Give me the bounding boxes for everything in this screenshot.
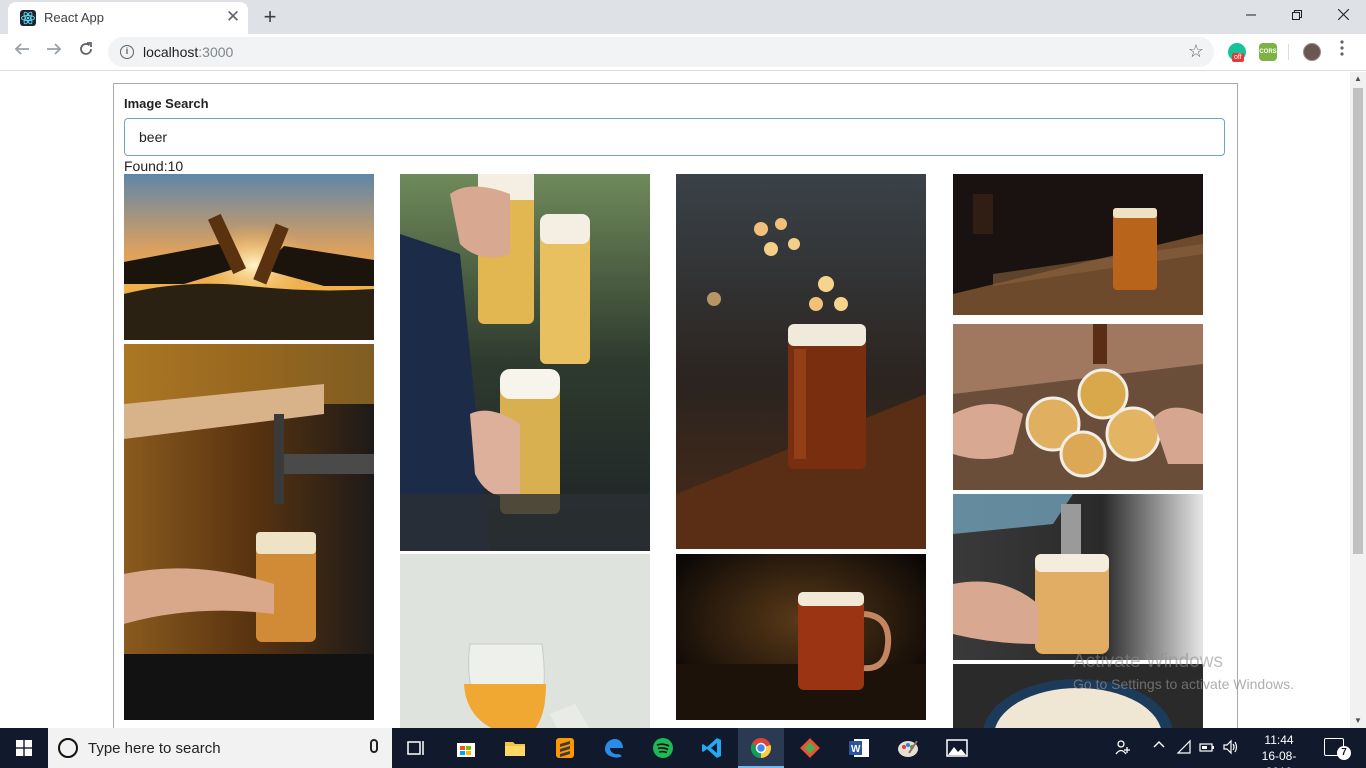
results-count: Found:10 bbox=[124, 158, 184, 174]
result-image-pint-on-table[interactable] bbox=[953, 174, 1203, 315]
result-image-beer-glass-light[interactable] bbox=[400, 554, 650, 728]
forward-button[interactable] bbox=[42, 40, 66, 64]
result-image-group-toast[interactable] bbox=[953, 324, 1203, 490]
notification-count-badge: 7 bbox=[1337, 746, 1351, 760]
image-search-panel: Image Search Found:10 bbox=[113, 83, 1238, 728]
taskbar-search-placeholder: Type here to search bbox=[88, 740, 221, 757]
minimize-button[interactable] bbox=[1228, 0, 1274, 30]
file-explorer-icon[interactable] bbox=[502, 735, 528, 761]
search-label: Image Search bbox=[124, 96, 209, 111]
new-tab-button[interactable]: + bbox=[258, 5, 282, 29]
bookmark-star-icon[interactable]: ☆ bbox=[1188, 41, 1204, 62]
address-bar[interactable]: i localhost:3000 ☆ bbox=[108, 37, 1214, 67]
tab-title: React App bbox=[44, 10, 104, 25]
grammarly-off-badge: off bbox=[1232, 53, 1244, 62]
store-icon[interactable] bbox=[453, 735, 479, 761]
task-view-icon[interactable] bbox=[403, 735, 429, 761]
scroll-up-arrow-icon[interactable]: ▲ bbox=[1350, 72, 1366, 86]
show-hidden-icons-chevron-icon[interactable] bbox=[1153, 739, 1165, 754]
chrome-icon[interactable] bbox=[748, 735, 774, 761]
close-window-button[interactable] bbox=[1320, 0, 1366, 30]
restore-button[interactable] bbox=[1274, 0, 1320, 30]
result-image-beer-foam-top[interactable] bbox=[953, 664, 1203, 728]
windows-logo-icon bbox=[16, 740, 32, 756]
back-button[interactable] bbox=[10, 40, 34, 64]
result-image-pint-on-bar[interactable] bbox=[676, 174, 926, 549]
profile-avatar[interactable] bbox=[1303, 43, 1321, 61]
git-kraken-icon[interactable] bbox=[797, 735, 823, 761]
windows-taskbar: Type here to search W 11:44 16-08- 7 bbox=[0, 728, 1366, 768]
result-image-beer-tap[interactable] bbox=[124, 344, 374, 720]
scroll-thumb[interactable] bbox=[1353, 88, 1363, 554]
photos-icon[interactable] bbox=[944, 735, 970, 761]
activation-watermark-title: Activate Windows bbox=[1073, 651, 1223, 672]
volume-icon[interactable] bbox=[1222, 739, 1238, 758]
page-viewport: Image Search Found:10 bbox=[0, 72, 1350, 728]
toolbar-divider bbox=[1288, 44, 1289, 60]
activation-watermark-subtitle: Go to Settings to activate Windows. bbox=[1073, 676, 1294, 692]
svg-text:W: W bbox=[851, 744, 861, 755]
url-host: localhost bbox=[143, 44, 199, 60]
cors-extension-icon[interactable]: CORS bbox=[1259, 43, 1277, 61]
browser-tab[interactable]: React App ✕ bbox=[8, 2, 248, 34]
url-port: :3000 bbox=[198, 44, 234, 60]
page-scrollbar[interactable]: ▲ ▼ bbox=[1350, 72, 1366, 728]
result-image-tap-pour[interactable] bbox=[953, 494, 1203, 660]
sublime-text-icon[interactable] bbox=[552, 735, 578, 761]
chrome-menu-icon[interactable] bbox=[1336, 40, 1348, 64]
grammarly-extension-icon[interactable]: off bbox=[1228, 43, 1246, 62]
result-image-beer-mug[interactable] bbox=[676, 554, 926, 720]
tab-close-button[interactable]: ✕ bbox=[224, 8, 242, 26]
clock-date: 16-08-2019 bbox=[1261, 749, 1297, 768]
info-icon[interactable]: i bbox=[120, 45, 134, 59]
system-clock[interactable]: 11:44 16-08-2019 bbox=[1249, 732, 1309, 768]
people-icon[interactable] bbox=[1115, 739, 1131, 758]
word-icon[interactable]: W bbox=[846, 735, 872, 761]
wifi-icon[interactable] bbox=[1176, 739, 1192, 758]
battery-icon[interactable] bbox=[1199, 739, 1215, 758]
microphone-icon[interactable] bbox=[370, 739, 378, 753]
result-image-cheers-glasses[interactable] bbox=[400, 174, 650, 551]
browser-titlebar: React App ✕ + bbox=[0, 0, 1366, 34]
browser-toolbar: i localhost:3000 ☆ off CORS bbox=[0, 34, 1366, 71]
url-text: localhost:3000 bbox=[143, 44, 233, 60]
paint-icon[interactable] bbox=[895, 735, 921, 761]
start-button[interactable] bbox=[0, 728, 48, 768]
reload-button[interactable] bbox=[74, 40, 98, 64]
vscode-icon[interactable] bbox=[699, 735, 725, 761]
result-image-toast-sunset[interactable] bbox=[124, 174, 374, 340]
cortana-icon bbox=[58, 738, 78, 758]
search-input[interactable] bbox=[124, 118, 1225, 156]
taskbar-search-box[interactable]: Type here to search bbox=[48, 728, 392, 768]
spotify-icon[interactable] bbox=[650, 735, 676, 761]
scroll-down-arrow-icon[interactable]: ▼ bbox=[1350, 714, 1366, 728]
edge-browser-icon[interactable] bbox=[601, 735, 627, 761]
react-icon bbox=[20, 10, 36, 26]
clock-time: 11:44 bbox=[1264, 733, 1294, 747]
